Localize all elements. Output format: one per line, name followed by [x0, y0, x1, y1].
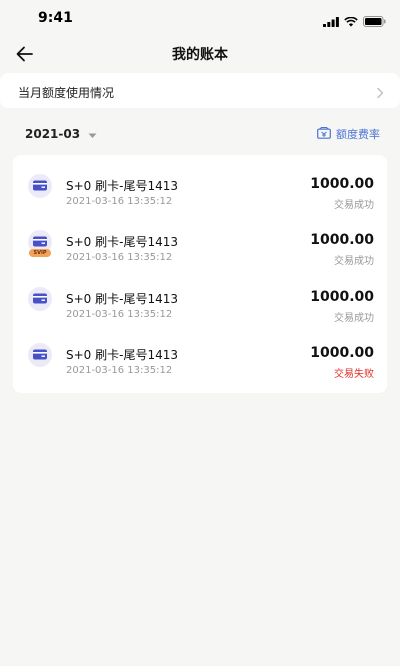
transaction-amount: 1000.00: [310, 232, 374, 248]
status-time: 9:41: [38, 10, 73, 26]
status-bar: 9:41: [0, 0, 400, 36]
chevron-right-icon: [376, 84, 384, 103]
wifi-icon: [344, 12, 358, 31]
transaction-item[interactable]: SVIP S+0 刷卡-尾号1413 2021-03-16 13:35:12 1…: [13, 213, 387, 269]
battery-icon: [363, 12, 386, 31]
transaction-time: 2021-03-16 13:35:12: [66, 252, 173, 263]
transaction-status: 交易成功: [334, 200, 374, 211]
card-icon: [28, 174, 52, 198]
card-icon: SVIP: [28, 230, 52, 257]
transaction-time: 2021-03-16 13:35:12: [66, 196, 173, 207]
rate-link[interactable]: 额度费率: [317, 124, 380, 143]
status-icons: [323, 12, 386, 31]
transaction-title: S+0 刷卡-尾号1413: [66, 348, 178, 362]
cellular-signal-icon: [323, 12, 339, 31]
rate-label: 额度费率: [336, 127, 380, 141]
transaction-item[interactable]: S+0 刷卡-尾号1413 2021-03-16 13:35:12 1000.0…: [13, 157, 387, 213]
card-icon: [28, 343, 52, 367]
transaction-time: 2021-03-16 13:35:12: [66, 365, 173, 376]
svip-badge: SVIP: [29, 249, 51, 257]
transaction-title: S+0 刷卡-尾号1413: [66, 179, 178, 193]
transaction-title: S+0 刷卡-尾号1413: [66, 235, 178, 249]
transaction-time: 2021-03-16 13:35:12: [66, 309, 173, 320]
transaction-amount: 1000.00: [310, 176, 374, 192]
transaction-status: 交易成功: [334, 313, 374, 324]
rate-icon: [317, 124, 331, 143]
transaction-item[interactable]: S+0 刷卡-尾号1413 2021-03-16 13:35:12 1000.0…: [13, 270, 387, 326]
page-title: 我的账本: [172, 47, 228, 63]
caret-down-icon: [88, 124, 97, 143]
month-selector[interactable]: 2021-03: [25, 124, 97, 143]
month-value: 2021-03: [25, 126, 81, 141]
transaction-status: 交易成功: [334, 256, 374, 267]
transaction-title: S+0 刷卡-尾号1413: [66, 292, 178, 306]
monthly-usage-label: 当月额度使用情况: [18, 86, 115, 100]
transaction-amount: 1000.00: [310, 289, 374, 305]
transaction-status: 交易失败: [334, 369, 374, 380]
card-icon: [28, 287, 52, 311]
transaction-list: S+0 刷卡-尾号1413 2021-03-16 13:35:12 1000.0…: [13, 155, 387, 393]
transaction-amount: 1000.00: [310, 345, 374, 361]
filter-row: 2021-03 额度费率: [0, 120, 400, 144]
transaction-item[interactable]: S+0 刷卡-尾号1413 2021-03-16 13:35:12 1000.0…: [13, 326, 387, 382]
nav-bar: 我的账本: [0, 38, 400, 70]
monthly-usage-row[interactable]: 当月额度使用情况: [0, 73, 400, 108]
